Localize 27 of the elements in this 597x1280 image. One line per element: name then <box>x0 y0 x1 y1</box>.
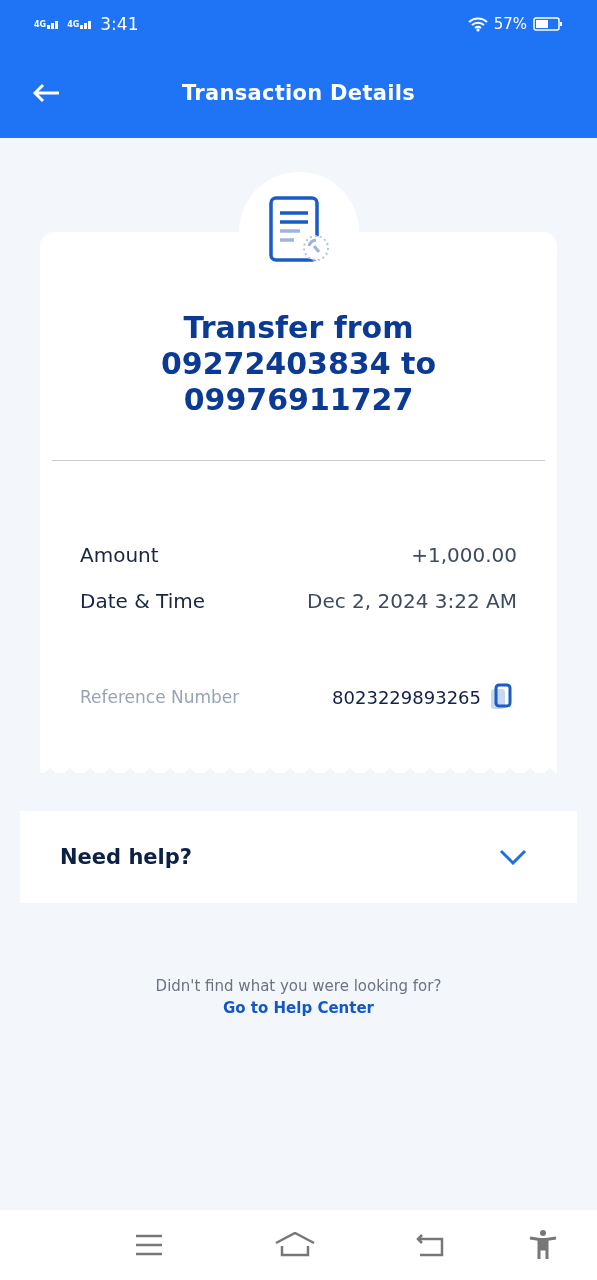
battery-icon <box>533 17 563 31</box>
help-center-link[interactable]: Go to Help Center <box>223 999 374 1017</box>
detail-value: Dec 2, 2024 3:22 AM <box>307 589 517 613</box>
document-clock-icon <box>267 196 330 264</box>
menu-icon <box>135 1234 163 1256</box>
help-dropdown[interactable]: Need help? <box>20 811 577 903</box>
reference-value: 8023229893265 <box>332 686 481 708</box>
copy-button[interactable] <box>489 683 513 711</box>
help-prompt: Didn't find what you were looking for? <box>155 977 442 995</box>
network-label: 4G <box>34 20 47 29</box>
accessibility-icon <box>529 1230 557 1260</box>
detail-label: Date & Time <box>80 589 206 613</box>
detail-value: +1,000.00 <box>411 543 517 567</box>
home-icon <box>275 1232 315 1258</box>
transfer-title: Transfer from 09272403834 to 09976911727 <box>160 310 437 418</box>
page-title: Transaction Details <box>182 81 415 105</box>
wifi-icon <box>467 16 488 32</box>
copy-icon <box>489 683 513 711</box>
chevron-icon <box>499 849 527 865</box>
return-icon <box>415 1233 445 1257</box>
status-time: 3:41 <box>100 14 139 34</box>
accessibility-button[interactable] <box>529 1230 559 1260</box>
detail-label: Amount <box>80 543 159 567</box>
network-label: 4G <box>67 20 80 29</box>
back-arrow-icon <box>32 83 60 103</box>
reference-label: Reference Number <box>80 687 240 707</box>
battery-percent: 57% <box>493 15 527 33</box>
